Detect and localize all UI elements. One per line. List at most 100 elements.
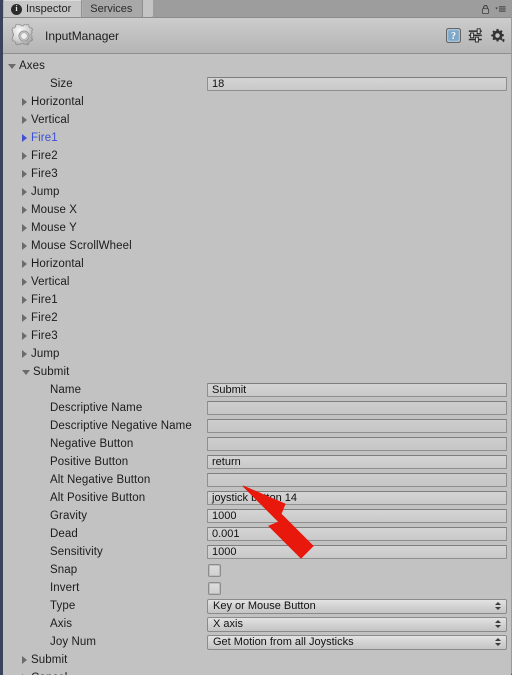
tree-item-mouse-scrollwheel[interactable]: Mouse ScrollWheel (3, 237, 511, 255)
chevron-right-icon[interactable] (22, 188, 27, 196)
property-input[interactable]: 1000 (207, 545, 507, 559)
chevron-right-icon[interactable] (22, 224, 27, 232)
tree-item-vertical[interactable]: Vertical (3, 111, 511, 129)
menu-dropdown-icon[interactable] (495, 4, 506, 15)
tree-item-label: Jump (31, 348, 60, 360)
property-input[interactable] (207, 419, 507, 433)
gear-asset-icon (11, 23, 37, 49)
property-input[interactable] (207, 473, 507, 487)
chevron-right-icon[interactable] (22, 350, 27, 358)
page-title: InputManager (45, 28, 120, 43)
property-input[interactable]: return (207, 455, 507, 469)
size-input[interactable]: 18 (207, 77, 507, 91)
stepper-arrows-icon (495, 620, 501, 628)
property-dropdown[interactable]: Get Motion from all Joysticks (207, 634, 507, 650)
tree-item-label: Mouse Y (31, 222, 77, 234)
property-dropdown-value: Key or Mouse Button (213, 600, 316, 612)
chevron-right-icon[interactable] (22, 116, 27, 124)
tree-item-fire3[interactable]: Fire3 (3, 327, 511, 345)
tab-services[interactable]: Services (82, 0, 144, 17)
tree-item-label: Fire3 (31, 330, 58, 342)
tree-item-fire2[interactable]: Fire2 (3, 309, 511, 327)
property-row: Name Submit (3, 381, 511, 399)
row-size[interactable]: Size 18 (3, 75, 511, 93)
property-checkbox[interactable] (208, 563, 221, 577)
property-label: Sensitivity (50, 546, 103, 558)
chevron-right-icon[interactable] (22, 278, 27, 286)
property-label: Dead (50, 528, 78, 540)
property-label: Negative Button (50, 438, 134, 450)
property-dropdown[interactable]: Key or Mouse Button (207, 598, 507, 614)
tree-item-horizontal[interactable]: Horizontal (3, 93, 511, 111)
asset-header: InputManager ? (3, 18, 511, 54)
tree-item-submit[interactable]: Submit (3, 651, 511, 669)
preset-icon[interactable] (468, 28, 483, 43)
property-row: Sensitivity 1000 (3, 543, 511, 561)
trailing-axes-list: Submit Cancel (3, 651, 511, 675)
tab-inspector[interactable]: i Inspector (3, 0, 83, 17)
chevron-right-icon[interactable] (22, 656, 27, 664)
tree-item-jump[interactable]: Jump (3, 183, 511, 201)
property-input[interactable]: joystick button 14 (207, 491, 507, 505)
property-label: Axis (50, 618, 73, 630)
tree-root-axes[interactable]: Axes (3, 57, 511, 75)
property-row: Descriptive Name (3, 399, 511, 417)
tab-services-label: Services (90, 2, 133, 15)
property-label: Invert (50, 582, 80, 594)
tree-item-submit[interactable]: Submit (3, 363, 511, 381)
property-dropdown[interactable]: X axis (207, 616, 507, 632)
lock-icon[interactable] (480, 4, 491, 15)
asset-header-icons: ? (446, 28, 505, 43)
tree-item-label: Horizontal (31, 96, 84, 108)
chevron-right-icon[interactable] (22, 314, 27, 322)
tree-item-fire2[interactable]: Fire2 (3, 147, 511, 165)
chevron-right-icon[interactable] (22, 152, 27, 160)
stepper-arrows-icon (495, 638, 501, 646)
tree-item-label: Mouse X (31, 204, 78, 216)
property-row: Joy Num Get Motion from all Joysticks (3, 633, 511, 651)
property-dropdown-value: X axis (213, 618, 243, 630)
property-label: Name (50, 384, 82, 396)
tree-item-jump[interactable]: Jump (3, 345, 511, 363)
chevron-down-icon[interactable] (8, 63, 16, 69)
help-icon[interactable]: ? (446, 28, 461, 43)
property-label: Alt Negative Button (50, 474, 151, 486)
property-checkbox[interactable] (208, 581, 221, 595)
tree-item-horizontal[interactable]: Horizontal (3, 255, 511, 273)
tree-item-fire1[interactable]: Fire1 (3, 129, 511, 147)
chevron-right-icon[interactable] (22, 98, 27, 106)
chevron-right-icon[interactable] (22, 242, 27, 250)
chevron-right-icon[interactable] (22, 134, 27, 142)
chevron-right-icon[interactable] (22, 170, 27, 178)
inspector-window: i Inspector Services InputManager ? Axes… (0, 0, 512, 675)
tree-item-vertical[interactable]: Vertical (3, 273, 511, 291)
chevron-down-icon[interactable] (22, 369, 30, 375)
property-input[interactable]: 0.001 (207, 527, 507, 541)
tree-item-cancel[interactable]: Cancel (3, 669, 511, 675)
chevron-right-icon[interactable] (22, 260, 27, 268)
chevron-right-icon[interactable] (22, 296, 27, 304)
tree-root-label: Axes (19, 60, 45, 72)
tree-item-label: Fire3 (31, 168, 58, 180)
tab-bar-filler (143, 0, 154, 17)
tab-inspector-label: Inspector (26, 3, 72, 15)
chevron-right-icon[interactable] (22, 332, 27, 340)
inspector-body: Axes Size 18 Horizontal Vertical Fire1 Fire… (3, 54, 511, 675)
tree-item-fire3[interactable]: Fire3 (3, 165, 511, 183)
tree-item-fire1[interactable]: Fire1 (3, 291, 511, 309)
property-label: Gravity (50, 510, 88, 522)
property-input[interactable] (207, 437, 507, 451)
chevron-right-icon[interactable] (22, 206, 27, 214)
axes-list: Horizontal Vertical Fire1 Fire2 Fire3 Jump Mou… (3, 93, 511, 381)
tree-item-label: Fire2 (31, 150, 58, 162)
property-label: Type (50, 600, 76, 612)
property-input[interactable]: Submit (207, 383, 507, 397)
property-row: Alt Negative Button (3, 471, 511, 489)
property-row: Negative Button (3, 435, 511, 453)
tree-item-mouse-x[interactable]: Mouse X (3, 201, 511, 219)
settings-gear-icon[interactable] (490, 28, 505, 43)
tree-item-mouse-y[interactable]: Mouse Y (3, 219, 511, 237)
property-input[interactable] (207, 401, 507, 415)
tree-item-label: Jump (31, 186, 60, 198)
property-input[interactable]: 1000 (207, 509, 507, 523)
